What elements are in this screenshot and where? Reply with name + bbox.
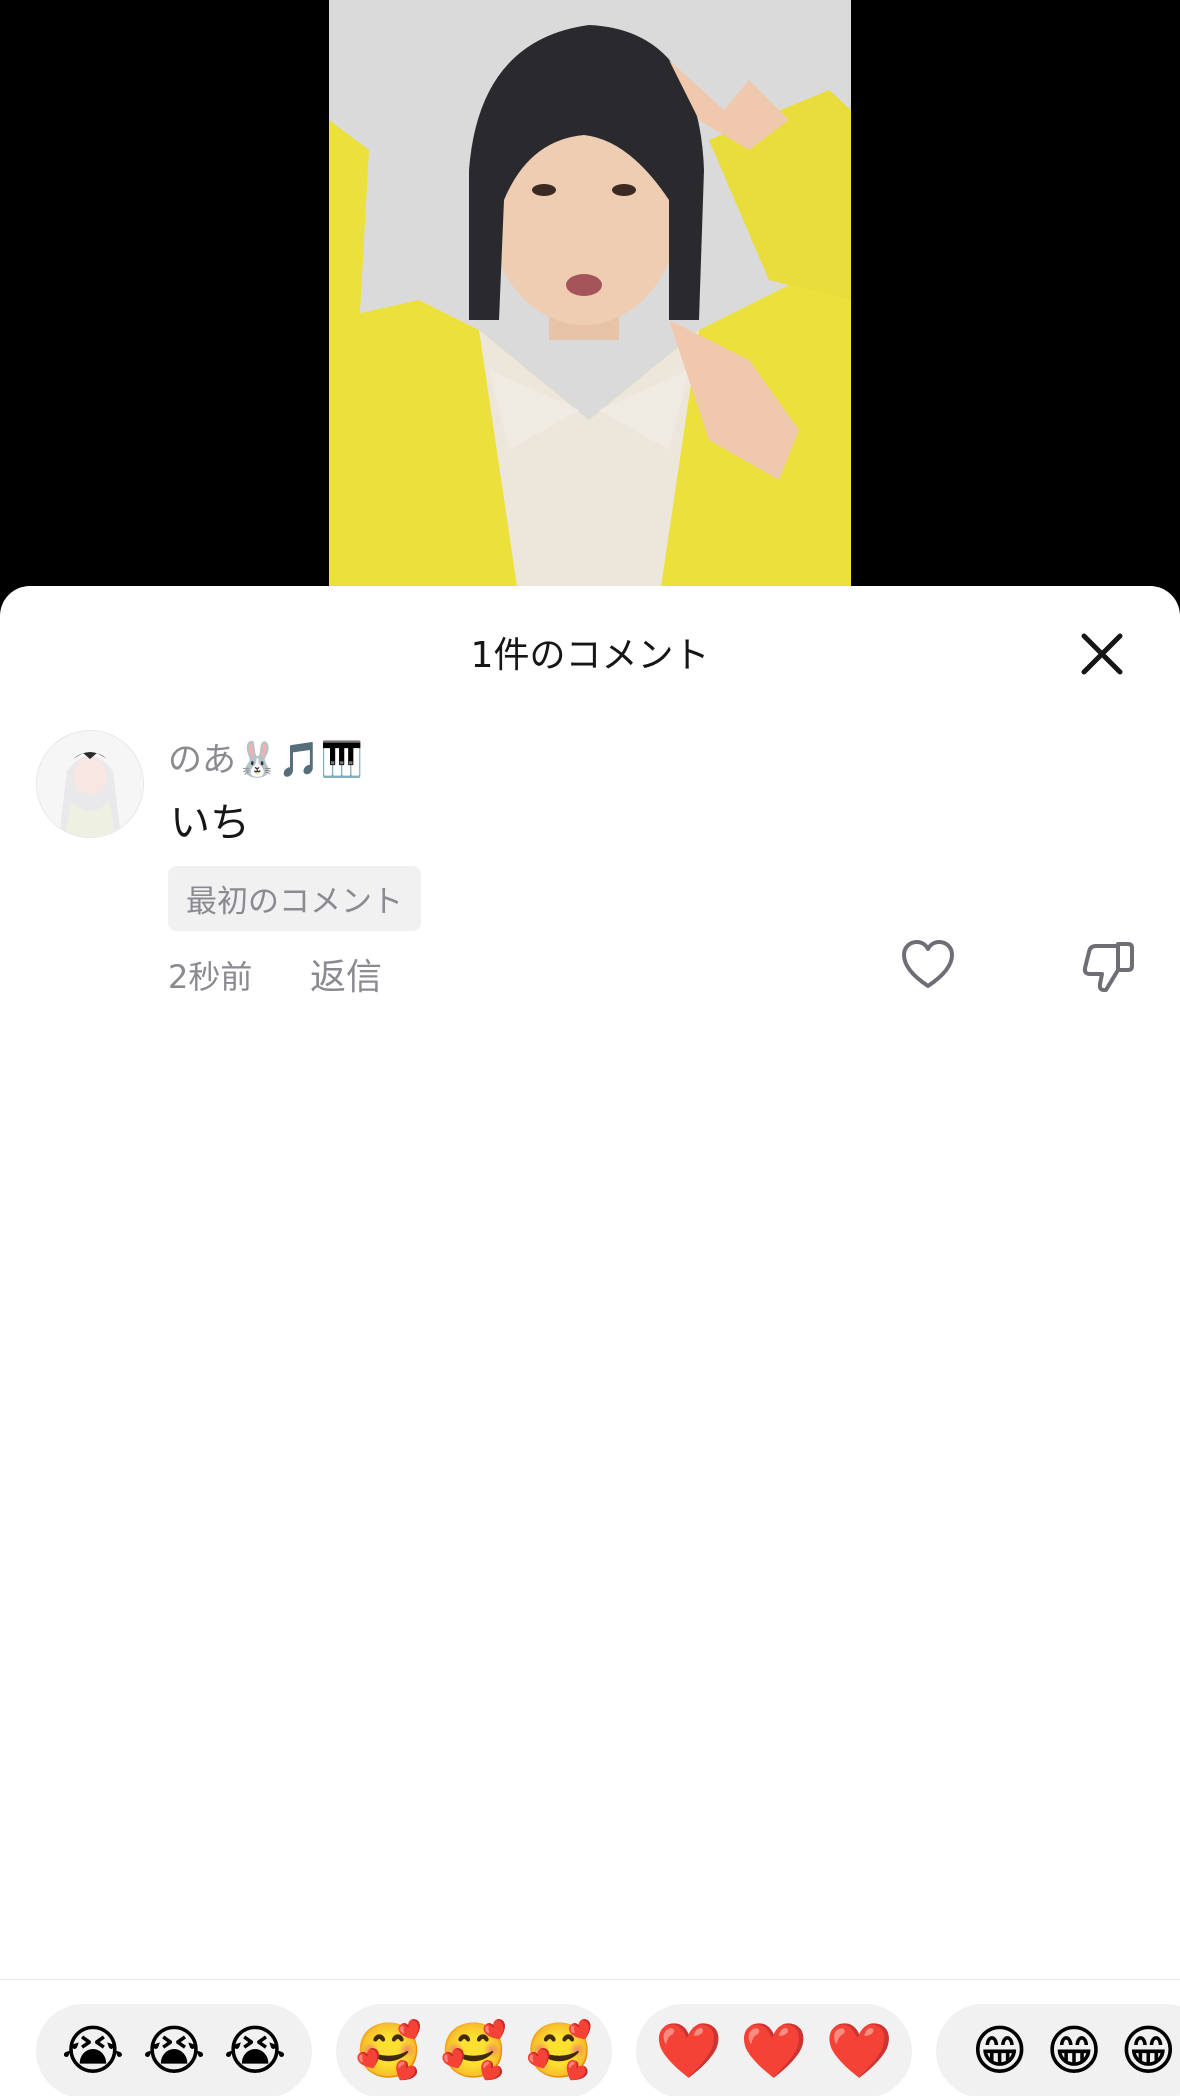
emoji-heart: ❤️ xyxy=(655,2019,723,2082)
emoji-pill-crying[interactable]: 😭 😭 😭 xyxy=(36,2004,312,2096)
sheet-title: 1件のコメント xyxy=(470,635,710,676)
emoji-smiling-hearts: 🥰 xyxy=(440,2019,508,2082)
emoji-smiling-hearts: 🥰 xyxy=(355,2019,423,2082)
thumbs-down-icon xyxy=(1082,942,1134,992)
emoji-grinning: 😁 xyxy=(1045,2019,1103,2082)
comment-timestamp: 2秒前 xyxy=(168,958,253,996)
quick-emoji-bar: 😭 😭 😭 🥰 🥰 🥰 ❤️ ❤️ ❤️ 😁 😁 😁 xyxy=(0,1996,1180,2096)
like-button[interactable] xyxy=(898,936,958,996)
close-button[interactable] xyxy=(1074,626,1130,682)
emoji-crying: 😭 xyxy=(142,2019,206,2082)
comment-username[interactable]: のあ🐰🎵🎹 xyxy=(168,732,363,781)
emoji-crying: 😭 xyxy=(223,2019,287,2082)
dislike-button[interactable] xyxy=(1078,936,1138,996)
comment-item: のあ🐰🎵🎹 いち 最初のコメント 2秒前 返信 xyxy=(0,730,1180,1050)
comment-text: いち xyxy=(170,800,250,846)
close-icon xyxy=(1081,633,1123,675)
reply-button[interactable]: 返信 xyxy=(310,948,382,1000)
emoji-pill-heart[interactable]: ❤️ ❤️ ❤️ xyxy=(636,2004,912,2096)
emoji-pill-smiling-hearts[interactable]: 🥰 🥰 🥰 xyxy=(336,2004,612,2096)
heart-icon xyxy=(902,940,954,988)
emoji-grinning: 😁 xyxy=(971,2019,1028,2082)
avatar-image xyxy=(37,731,143,837)
emoji-heart: ❤️ xyxy=(740,2019,808,2082)
video-player[interactable] xyxy=(329,0,851,600)
first-comment-badge: 最初のコメント xyxy=(168,866,421,931)
emoji-grinning: 😁 xyxy=(1120,2019,1177,2082)
avatar[interactable] xyxy=(36,730,144,838)
comments-sheet: 1件のコメント のあ🐰🎵🎹 いち 最初のコメント 2秒前 返信 😭 😭 😭 🥰 … xyxy=(0,586,1180,2096)
emoji-bar-divider xyxy=(0,1979,1180,1980)
emoji-smiling-hearts: 🥰 xyxy=(525,2019,593,2082)
emoji-heart: ❤️ xyxy=(825,2019,893,2082)
video-thumbnail-illustration xyxy=(329,0,851,600)
emoji-crying: 😭 xyxy=(61,2019,125,2082)
emoji-pill-grinning[interactable]: 😁 😁 😁 xyxy=(936,2004,1180,2096)
video-background xyxy=(0,0,1180,600)
